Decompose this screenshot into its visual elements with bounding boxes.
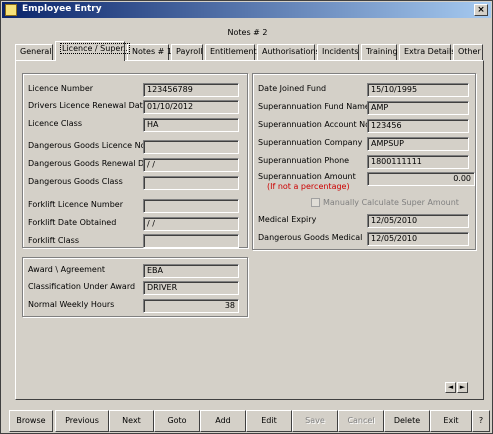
renewal-date-label: Drivers Licence Renewal Date: [28, 101, 148, 110]
add-button[interactable]: Add: [200, 410, 246, 432]
scroll-left-button[interactable]: ◄: [445, 382, 456, 393]
forklift-number-field[interactable]: [143, 199, 239, 213]
dg-renewal-label: Dangerous Goods Renewal Date: [28, 159, 158, 168]
app-icon: [5, 4, 17, 16]
window-title: Employee Entry: [22, 4, 102, 14]
dg-renewal-field[interactable]: / /: [143, 158, 239, 172]
dg-class-label: Dangerous Goods Class: [28, 177, 123, 186]
close-button[interactable]: ×: [474, 4, 488, 16]
tab-extra-details[interactable]: Extra Details: [399, 44, 455, 60]
dg-medical-label: Dangerous Goods Medical: [258, 233, 363, 242]
amount-label: Superannuation Amount: [258, 172, 356, 181]
fund-name-field[interactable]: AMP: [367, 101, 469, 115]
weekly-hours-label: Normal Weekly Hours: [28, 300, 115, 309]
tab-panel: Licence Number 123456789 Drivers Licence…: [15, 60, 484, 400]
edit-button[interactable]: Edit: [246, 410, 292, 432]
medical-expiry-label: Medical Expiry: [258, 215, 317, 224]
licence-class-label: Licence Class: [28, 119, 82, 128]
licence-number-label: Licence Number: [28, 84, 94, 93]
weekly-hours-field[interactable]: 38: [143, 299, 239, 313]
dg-class-field[interactable]: [143, 176, 239, 190]
tab-training[interactable]: Training: [361, 44, 398, 60]
previous-button[interactable]: Previous: [55, 410, 109, 432]
amount-field[interactable]: 0.00: [367, 172, 475, 186]
tab-incidents[interactable]: Incidents: [317, 44, 359, 60]
classification-label: Classification Under Award: [28, 282, 136, 291]
account-field[interactable]: 123456: [367, 119, 469, 133]
company-field[interactable]: AMPSUP: [367, 137, 469, 151]
manual-calc-label: Manually Calculate Super Amount: [323, 198, 459, 207]
tab-payroll[interactable]: Payroll: [171, 44, 203, 60]
goto-button[interactable]: Goto: [154, 410, 200, 432]
title-bar[interactable]: Employee Entry ×: [2, 2, 491, 18]
super-group: Date Joined Fund 15/10/1995 Superannuati…: [252, 73, 476, 250]
phone-field[interactable]: 1800111111: [367, 155, 469, 169]
forklift-class-field[interactable]: [143, 234, 239, 248]
renewal-date-field[interactable]: 01/10/2012: [143, 100, 239, 114]
scroll-right-button[interactable]: ►: [457, 382, 468, 393]
forklift-date-label: Forklift Date Obtained: [28, 218, 117, 227]
tab-other[interactable]: Other: [453, 44, 483, 60]
account-label: Superannuation Account No.: [258, 120, 373, 129]
tab-notes-1[interactable]: Notes # 1: [127, 44, 172, 60]
date-joined-field[interactable]: 15/10/1995: [367, 83, 469, 97]
tab-entitlements[interactable]: Entitlements: [205, 44, 261, 60]
award-group: Award \ Agreement EBA Classification Und…: [22, 257, 248, 317]
forklift-date-field[interactable]: / /: [143, 217, 239, 231]
medical-expiry-field[interactable]: 12/05/2010: [367, 214, 469, 228]
exit-button[interactable]: Exit: [430, 410, 472, 432]
forklift-class-label: Forklift Class: [28, 236, 79, 245]
manual-calc-checkbox[interactable]: [311, 198, 320, 207]
fund-name-label: Superannuation Fund Name: [258, 102, 370, 111]
cancel-button[interactable]: Cancel: [338, 410, 384, 432]
notes-label: Notes # 2: [227, 28, 268, 37]
tab-authorisations[interactable]: Authorisations: [257, 44, 320, 60]
browse-button[interactable]: Browse: [9, 410, 53, 432]
help-button[interactable]: ?: [472, 410, 490, 432]
tab-licence-super[interactable]: Licence / Super..: [55, 41, 130, 61]
award-field[interactable]: EBA: [143, 264, 239, 278]
tab-general[interactable]: General: [15, 44, 53, 60]
company-label: Superannuation Company: [258, 138, 363, 147]
dg-licence-field[interactable]: [143, 140, 239, 154]
phone-label: Superannuation Phone: [258, 156, 350, 165]
dg-medical-field[interactable]: 12/05/2010: [367, 232, 469, 246]
tab-licence-super-label: Licence / Super..: [60, 43, 130, 54]
delete-button[interactable]: Delete: [384, 410, 430, 432]
classification-field[interactable]: DRIVER: [143, 281, 239, 295]
licence-number-field[interactable]: 123456789: [143, 83, 239, 97]
employee-entry-window: Employee Entry × Notes # 2 General Licen…: [0, 0, 493, 434]
amount-note: (If not a percentage): [267, 182, 350, 191]
licence-group: Licence Number 123456789 Drivers Licence…: [22, 73, 248, 248]
licence-class-field[interactable]: HA: [143, 118, 239, 132]
award-label: Award \ Agreement: [28, 265, 106, 274]
save-button[interactable]: Save: [292, 410, 338, 432]
forklift-number-label: Forklift Licence Number: [28, 200, 124, 209]
date-joined-label: Date Joined Fund: [258, 84, 327, 93]
dg-licence-label: Dangerous Goods Licence No.: [28, 141, 148, 150]
next-button[interactable]: Next: [109, 410, 154, 432]
